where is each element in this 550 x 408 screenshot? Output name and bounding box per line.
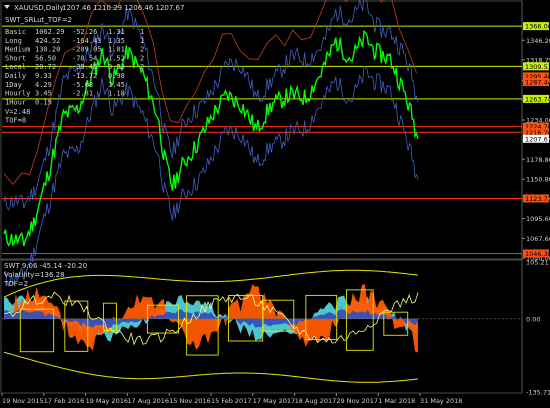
time-tick-label: 17 May 2017: [253, 397, 295, 405]
osc-tick-label: -135.71: [526, 389, 550, 397]
indicator-title: SWT_SRLut_TOF=2: [5, 16, 72, 24]
stats-cell: 1.35: [108, 37, 125, 45]
stats-cell: 2: [140, 63, 144, 71]
stats-cell: -2.81: [72, 90, 93, 98]
stats-cell: Long: [5, 37, 22, 45]
osc-tick-label: 105.21: [526, 259, 549, 267]
ohlc-readout: 1207.46 1210.29 1206.46 1207.67: [62, 4, 184, 12]
time-tick-label: 1 Mar 2018: [378, 397, 415, 405]
stats-cell: Local: [5, 63, 26, 71]
osc-envelope-upper: [3, 269, 419, 298]
time-tick-label: 15 Feb 2017: [211, 397, 251, 405]
stats-cell: 1.18: [108, 90, 125, 98]
osc-tick-label: 0.00: [526, 315, 540, 323]
stats-cell: -38.45: [72, 63, 97, 71]
price-tag-label: 1123.72: [525, 195, 550, 203]
time-tick-label: 17 Feb 2016: [44, 397, 84, 405]
price-tick-label: 1095.60: [526, 215, 550, 223]
price-tag-label: 1263.74: [525, 95, 550, 103]
time-tick-label: 18 Aug 2017: [295, 397, 337, 405]
osc-volatility: Volatility=136.28: [4, 271, 65, 279]
stats-cell: 1.01: [108, 46, 125, 54]
price-line[interactable]: [3, 29, 419, 247]
stats-extra-line: V=2.48: [5, 108, 30, 116]
stats-cell: -78.54: [72, 54, 97, 62]
stats-cell: 1.31: [108, 28, 125, 36]
stats-cell: 424.52: [35, 37, 60, 45]
stats-cell: -5.68: [72, 81, 93, 89]
oscillator-panel[interactable]: [2, 269, 522, 383]
stats-cell: Short: [5, 54, 26, 62]
osc-envelope-lower: [3, 351, 419, 383]
stats-cell: 1: [140, 28, 144, 36]
time-axis: 19 Nov 2015 17 Feb 2016 19 May 2016 17 Aug …: [1, 393, 462, 405]
stats-cell: Hourly: [5, 90, 30, 98]
osc-title: SWT 9.06 -45.14 -20.20: [4, 262, 87, 270]
stats-cell: 20.72: [35, 63, 56, 71]
price-tag-label: 1309.53: [525, 63, 550, 71]
stats-cell: 1062.29: [35, 28, 65, 36]
stats-cell: 4.29: [35, 81, 52, 89]
price-tag-label: 1207.67: [525, 135, 550, 143]
stats-cell: 56.50: [35, 54, 56, 62]
time-tick-label: 29 Nov 2017: [336, 397, 378, 405]
stats-cell: -52.26: [72, 28, 97, 36]
stats-cell: -164.43: [72, 37, 102, 45]
price-tick-label: 1150.80: [526, 176, 550, 184]
stats-cell: 2: [140, 46, 144, 54]
stats-extra-line: TOF=8: [5, 117, 26, 125]
time-tick-label: 19 Nov 2015: [2, 397, 44, 405]
stats-cell: 1: [140, 37, 144, 45]
stats-cell: 0.93: [108, 63, 125, 71]
stats-cell: 1Day: [5, 81, 22, 89]
osc-tof: TOF=2: [3, 280, 28, 288]
chart-canvas[interactable]: XAUUSD,Daily 1207.46 1210.29 1206.46 120…: [0, 0, 550, 408]
price-tick-label: 1067.60: [526, 235, 550, 243]
time-tick-label: 31 May 2018: [420, 397, 462, 405]
stats-cell: Basic: [5, 28, 26, 36]
stats-cell: 0.98: [108, 72, 125, 80]
collapse-arrow-icon[interactable]: [4, 5, 10, 9]
stats-cell: 2: [140, 54, 144, 62]
time-tick-label: 15 Nov 2016: [169, 397, 211, 405]
stats-cell: -209.05: [72, 46, 102, 54]
stats-cell: 130.20: [35, 46, 60, 54]
stats-cell: 1.52: [108, 54, 125, 62]
price-tick-label: 1346.20: [526, 37, 550, 45]
price-axis: 1346.201318.751289.701262.001234.001206.…: [522, 22, 550, 397]
stats-cell: 1.45: [108, 81, 125, 89]
channel-upper: [3, 0, 419, 211]
time-tick-label: 19 May 2016: [86, 397, 128, 405]
price-tag-label: 1046.38: [525, 250, 550, 258]
stats-cell: 0.19: [35, 98, 52, 106]
stats-cell: 1Hour: [5, 98, 26, 106]
stats-cell: Daily: [5, 72, 26, 80]
price-tick-label: 1178.80: [526, 156, 550, 164]
time-tick-label: 17 Aug 2016: [127, 397, 169, 405]
price-tag-label: 1287.44: [525, 79, 550, 87]
chart-title: XAUUSD,Daily: [14, 4, 64, 12]
stats-cell: -13.72: [72, 72, 97, 80]
price-tag-label: 1366.08: [525, 23, 550, 31]
stats-cell: 3.45: [35, 90, 52, 98]
stats-cell: 9.33: [35, 72, 52, 80]
stats-cell: Medium: [5, 46, 30, 54]
